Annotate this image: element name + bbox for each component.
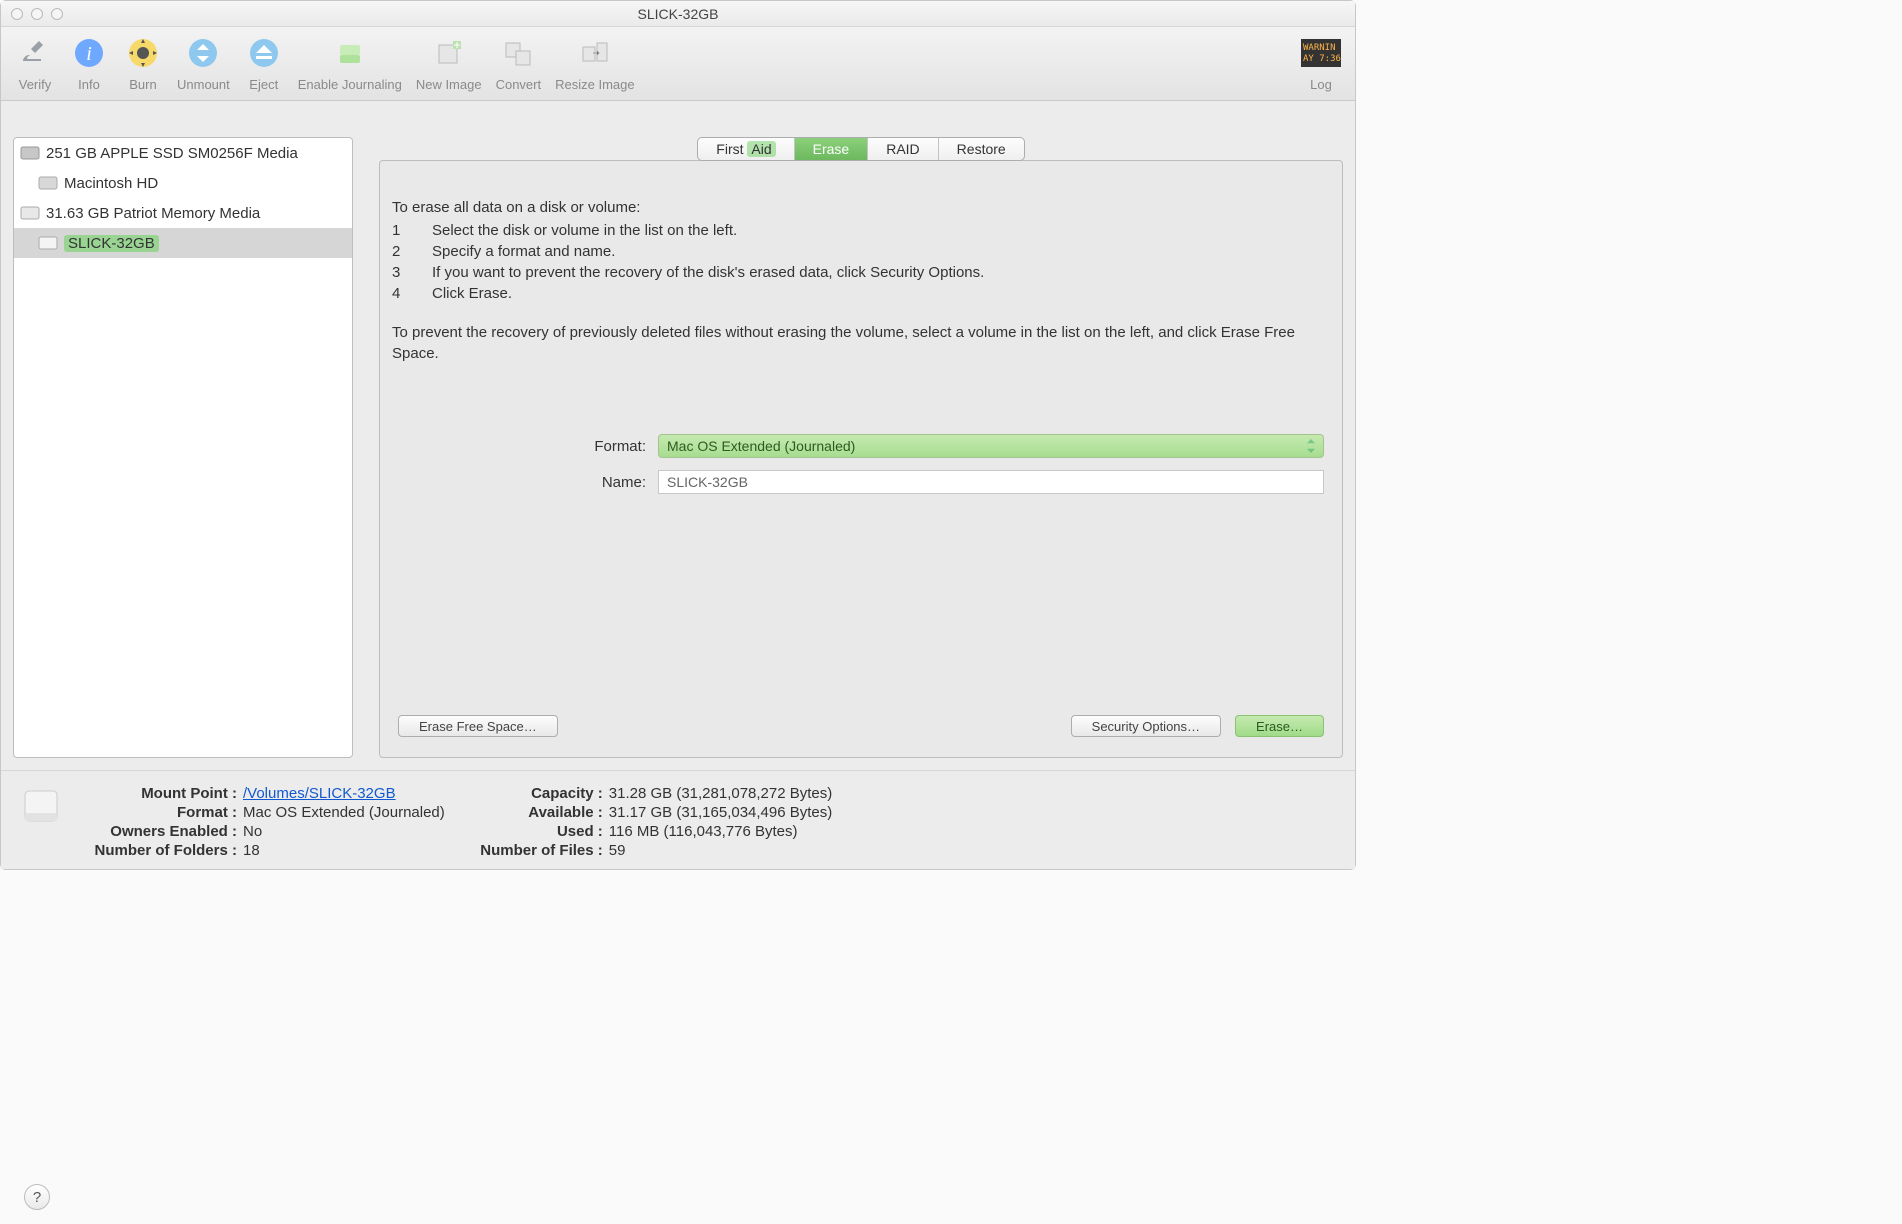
svg-text:WARNIN: WARNIN [1303, 43, 1336, 53]
format-label: Format: [398, 438, 646, 455]
new-image-icon [429, 33, 469, 73]
volume-item-macintosh-hd[interactable]: Macintosh HD [14, 168, 352, 198]
convert-icon [498, 33, 538, 73]
toolbar-unmount[interactable]: Unmount [177, 33, 230, 92]
format-select[interactable]: Mac OS Extended (Journaled) [658, 434, 1324, 458]
main-panel: First Aid Erase RAID Restore To erase al… [379, 137, 1343, 758]
instructions: To erase all data on a disk or volume: 1… [392, 197, 1330, 364]
toolbar-resize-image[interactable]: Resize Image [555, 33, 634, 92]
tab-restore[interactable]: Restore [939, 138, 1024, 160]
eject-icon [244, 33, 284, 73]
name-input[interactable]: SLICK-32GB [658, 470, 1324, 494]
disk-item-apple-ssd[interactable]: 251 GB APPLE SSD SM0256F Media [14, 138, 352, 168]
disk-list-sidebar[interactable]: 251 GB APPLE SSD SM0256F Media Macintosh… [13, 137, 353, 758]
security-options-button[interactable]: Security Options… [1071, 715, 1221, 737]
external-volume-icon [38, 235, 58, 251]
external-drive-icon [20, 205, 40, 221]
disk-utility-window: SLICK-32GB Verify i Info Burn Unmount [0, 0, 1356, 870]
tab-first-aid[interactable]: First Aid [698, 138, 794, 160]
log-icon: WARNINAY 7:36 [1301, 33, 1341, 73]
internal-volume-icon [38, 175, 58, 191]
toolbar-verify[interactable]: Verify [15, 33, 55, 92]
toolbar-new-image[interactable]: New Image [416, 33, 482, 92]
tab-raid[interactable]: RAID [868, 138, 938, 160]
name-label: Name: [398, 474, 646, 491]
instructions-note: To prevent the recovery of previously de… [392, 322, 1330, 364]
toolbar: Verify i Info Burn Unmount Eject [1, 27, 1355, 101]
content-area: 251 GB APPLE SSD SM0256F Media Macintosh… [1, 101, 1355, 770]
window-title: SLICK-32GB [1, 6, 1355, 22]
toolbar-convert[interactable]: Convert [496, 33, 542, 92]
instructions-intro: To erase all data on a disk or volume: [392, 197, 1330, 218]
help-button[interactable]: ? [24, 1184, 50, 1210]
toolbar-info[interactable]: i Info [69, 33, 109, 92]
svg-text:i: i [86, 43, 92, 65]
mount-point-link[interactable]: /Volumes/SLICK-32GB [243, 785, 396, 802]
disk-item-patriot[interactable]: 31.63 GB Patriot Memory Media [14, 198, 352, 228]
tab-erase[interactable]: Erase [795, 138, 869, 160]
tab-bar: First Aid Erase RAID Restore [379, 137, 1343, 161]
footer-info: Mount Point :/Volumes/SLICK-32GB Format … [1, 770, 1355, 869]
erase-form: Format: Mac OS Extended (Journaled) Name… [392, 434, 1330, 494]
journal-icon [330, 33, 370, 73]
internal-drive-icon [20, 145, 40, 161]
toolbar-burn[interactable]: Burn [123, 33, 163, 92]
titlebar: SLICK-32GB [1, 1, 1355, 27]
volume-item-slick-32gb[interactable]: SLICK-32GB [14, 228, 352, 258]
volume-large-icon [19, 785, 63, 829]
burn-icon [123, 33, 163, 73]
microscope-icon [15, 33, 55, 73]
erase-free-space-button[interactable]: Erase Free Space… [398, 715, 558, 737]
resize-icon [575, 33, 615, 73]
erase-button[interactable]: Erase… [1235, 715, 1324, 737]
toolbar-log[interactable]: WARNINAY 7:36 Log [1301, 33, 1341, 92]
svg-text:AY 7:36: AY 7:36 [1303, 54, 1341, 64]
button-row: Erase Free Space… Security Options… Eras… [392, 715, 1330, 741]
unmount-icon [183, 33, 223, 73]
erase-panel: To erase all data on a disk or volume: 1… [379, 160, 1343, 758]
info-icon: i [69, 33, 109, 73]
toolbar-enable-journaling[interactable]: Enable Journaling [298, 33, 402, 92]
toolbar-eject[interactable]: Eject [244, 33, 284, 92]
